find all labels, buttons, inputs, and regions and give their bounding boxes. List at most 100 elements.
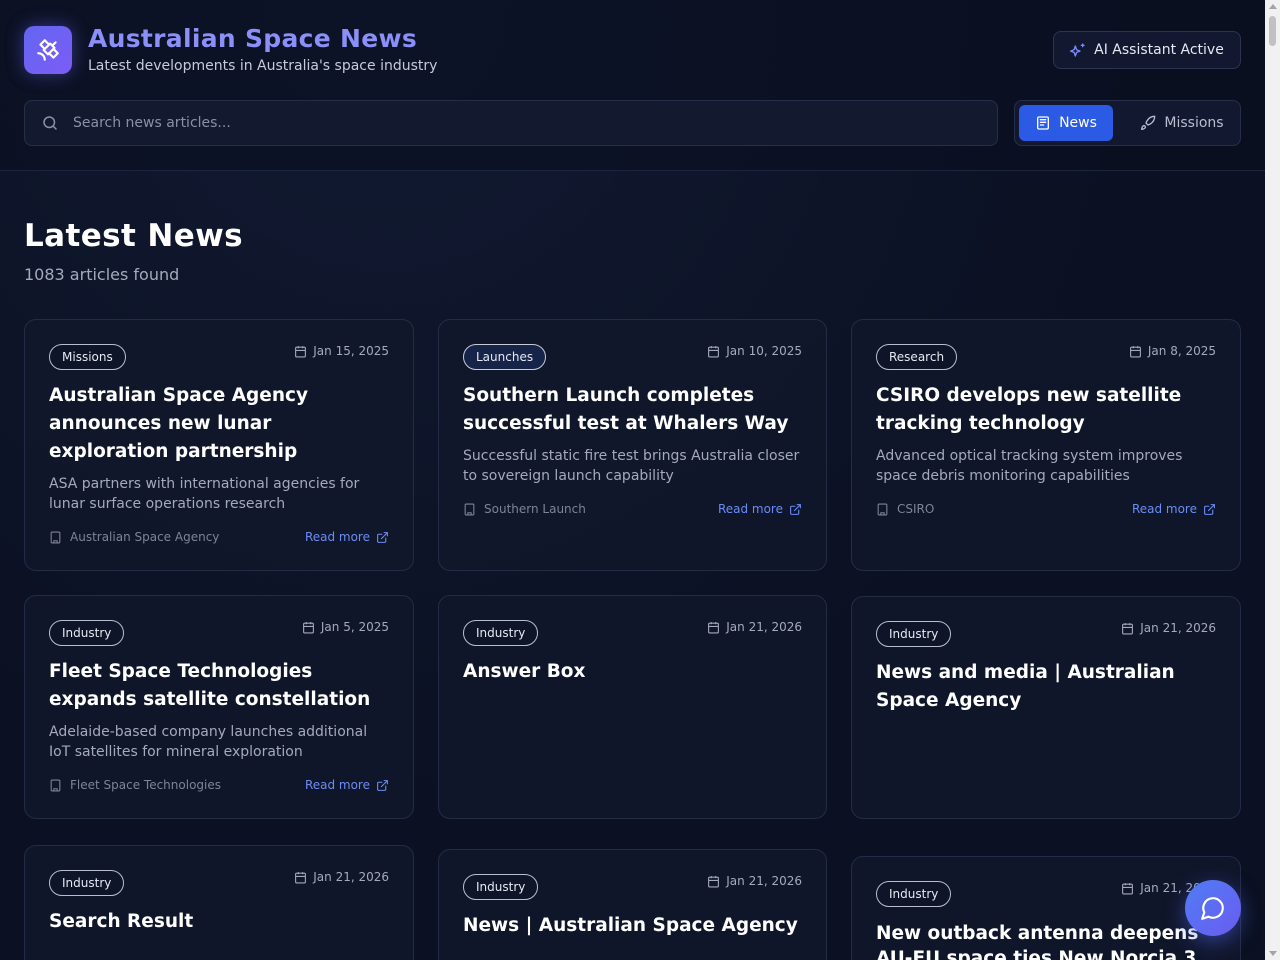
ai-assistant-badge[interactable]: AI Assistant Active: [1053, 31, 1241, 69]
app-header: Australian Space News Latest development…: [0, 0, 1280, 171]
card-date: Jan 15, 2025: [294, 344, 389, 358]
read-more-link[interactable]: Read more: [1132, 502, 1216, 516]
category-badge[interactable]: Launches: [463, 344, 547, 370]
app-subtitle: Latest developments in Australia's space…: [88, 58, 438, 74]
card-title[interactable]: News | Australian Space Agency: [463, 912, 806, 940]
page-title: Latest News: [24, 218, 244, 254]
calendar-icon: [1122, 882, 1134, 894]
card-title[interactable]: News and media | Australian Space Agency: [876, 659, 1220, 715]
card-title[interactable]: Australian Space Agency announces new lu…: [49, 382, 393, 466]
category-badge[interactable]: Industry: [463, 874, 539, 900]
card-description: Advanced optical tracking system improve…: [876, 448, 1183, 484]
article-count: 1083 articles found: [24, 265, 180, 284]
read-more-link[interactable]: Read more: [305, 530, 389, 544]
card-date-text: Jan 10, 2025: [726, 344, 802, 358]
card-title[interactable]: CSIRO develops new satellite tracking te…: [876, 382, 1220, 438]
news-card[interactable]: Launches Jan 10, 2025 Southern Launch co…: [438, 319, 827, 571]
external-link-icon: [1204, 503, 1215, 515]
satellite-icon[interactable]: [24, 26, 72, 74]
category-badge[interactable]: Industry: [49, 620, 125, 646]
read-more-label: Read more: [304, 778, 370, 792]
scroll-down-icon[interactable]: [1269, 951, 1277, 956]
card-date: Jan 21, 2026: [294, 870, 389, 884]
category-badge[interactable]: Research: [876, 344, 958, 370]
read-more-link[interactable]: Read more: [305, 778, 389, 792]
tab-news[interactable]: News: [1019, 105, 1113, 141]
card-date: Jan 21, 2026: [1121, 621, 1216, 635]
newspaper-icon: [1037, 116, 1050, 130]
news-card[interactable]: Industry Jan 21, 2026 New outback antenn…: [851, 856, 1241, 960]
card-date: Jan 10, 2025: [707, 344, 802, 358]
card-date-text: Jan 21, 2026: [1140, 621, 1216, 635]
building-icon: [50, 531, 61, 543]
read-more-label: Read more: [304, 530, 370, 544]
read-more-label: Read more: [717, 502, 783, 516]
card-source-text: Fleet Space Technologies: [70, 778, 221, 792]
card-title[interactable]: Southern Launch completes successful tes…: [463, 382, 806, 438]
category-badge[interactable]: Missions: [49, 344, 126, 370]
scroll-up-icon[interactable]: [1269, 4, 1277, 9]
card-title[interactable]: Fleet Space Technologies expands satelli…: [49, 658, 393, 714]
app-title: Australian Space News: [88, 24, 418, 53]
card-date: Jan 21, 2026: [707, 620, 802, 634]
external-link-icon: [790, 503, 801, 515]
read-more-link[interactable]: Read more: [718, 502, 802, 516]
card-source: Australian Space Agency: [49, 530, 219, 544]
card-description: ASA partners with international agencies…: [49, 476, 360, 512]
card-date-text: Jan 21, 2026: [313, 870, 389, 884]
card-source: Southern Launch: [463, 502, 586, 516]
card-date-text: Jan 8, 2025: [1147, 344, 1216, 358]
building-icon: [464, 503, 475, 515]
news-card[interactable]: Missions Jan 15, 2025 Australian Space A…: [24, 319, 414, 571]
card-source: Fleet Space Technologies: [49, 778, 221, 792]
card-title[interactable]: Answer Box: [463, 658, 806, 686]
chat-button[interactable]: [1185, 880, 1241, 936]
news-card[interactable]: Research Jan 8, 2025 CSIRO develops new …: [851, 319, 1241, 571]
card-date: Jan 5, 2025: [302, 620, 389, 634]
rocket-icon: [1141, 115, 1156, 130]
card-date-text: Jan 21, 2026: [726, 874, 802, 888]
read-more-label: Read more: [1131, 502, 1197, 516]
search-bar[interactable]: [24, 100, 998, 146]
building-icon: [877, 503, 888, 515]
card-date-text: Jan 15, 2025: [313, 344, 389, 358]
card-source-text: Southern Launch: [484, 502, 586, 516]
card-title[interactable]: Search Result: [49, 908, 393, 936]
card-description: Adelaide-based company launches addition…: [49, 724, 368, 760]
view-toggle: News Missions: [1014, 100, 1241, 146]
card-title[interactable]: New outback antenna deepens AU-EU space …: [876, 921, 1220, 960]
news-card[interactable]: Industry Jan 5, 2025 Fleet Space Technol…: [24, 595, 414, 819]
chat-icon: [1201, 897, 1224, 920]
news-card[interactable]: Industry Jan 21, 2026 News | Australian …: [438, 849, 827, 960]
tab-missions[interactable]: Missions: [1127, 105, 1237, 141]
card-date: Jan 8, 2025: [1129, 344, 1216, 358]
calendar-icon: [295, 345, 307, 357]
news-card[interactable]: Industry Jan 21, 2026 Answer Box: [438, 595, 827, 819]
scrollbar[interactable]: [1265, 0, 1280, 960]
card-source-text: Australian Space Agency: [70, 530, 220, 544]
building-icon: [50, 779, 61, 791]
calendar-icon: [708, 875, 720, 887]
external-link-icon: [377, 779, 388, 791]
tab-news-label: News: [1059, 115, 1097, 131]
search-icon: [43, 116, 57, 130]
calendar-icon: [1122, 622, 1134, 634]
card-date: Jan 21, 2026: [707, 874, 802, 888]
category-badge[interactable]: Industry: [463, 620, 539, 646]
card-date-text: Jan 5, 2025: [320, 620, 389, 634]
calendar-icon: [1129, 345, 1141, 357]
external-link-icon: [377, 531, 388, 543]
news-card[interactable]: Industry Jan 21, 2026 Search Result: [24, 845, 414, 960]
sparkles-icon: [1070, 43, 1085, 57]
calendar-icon: [708, 621, 720, 633]
tab-missions-label: Missions: [1164, 115, 1224, 131]
category-badge[interactable]: Industry: [876, 881, 952, 907]
scroll-thumb[interactable]: [1269, 16, 1276, 46]
search-input[interactable]: [73, 115, 953, 131]
news-card[interactable]: Industry Jan 21, 2026 News and media | A…: [851, 596, 1241, 819]
calendar-icon: [295, 871, 307, 883]
category-badge[interactable]: Industry: [876, 621, 952, 647]
calendar-icon: [302, 621, 314, 633]
category-badge[interactable]: Industry: [49, 870, 125, 896]
card-source: CSIRO: [876, 502, 934, 516]
